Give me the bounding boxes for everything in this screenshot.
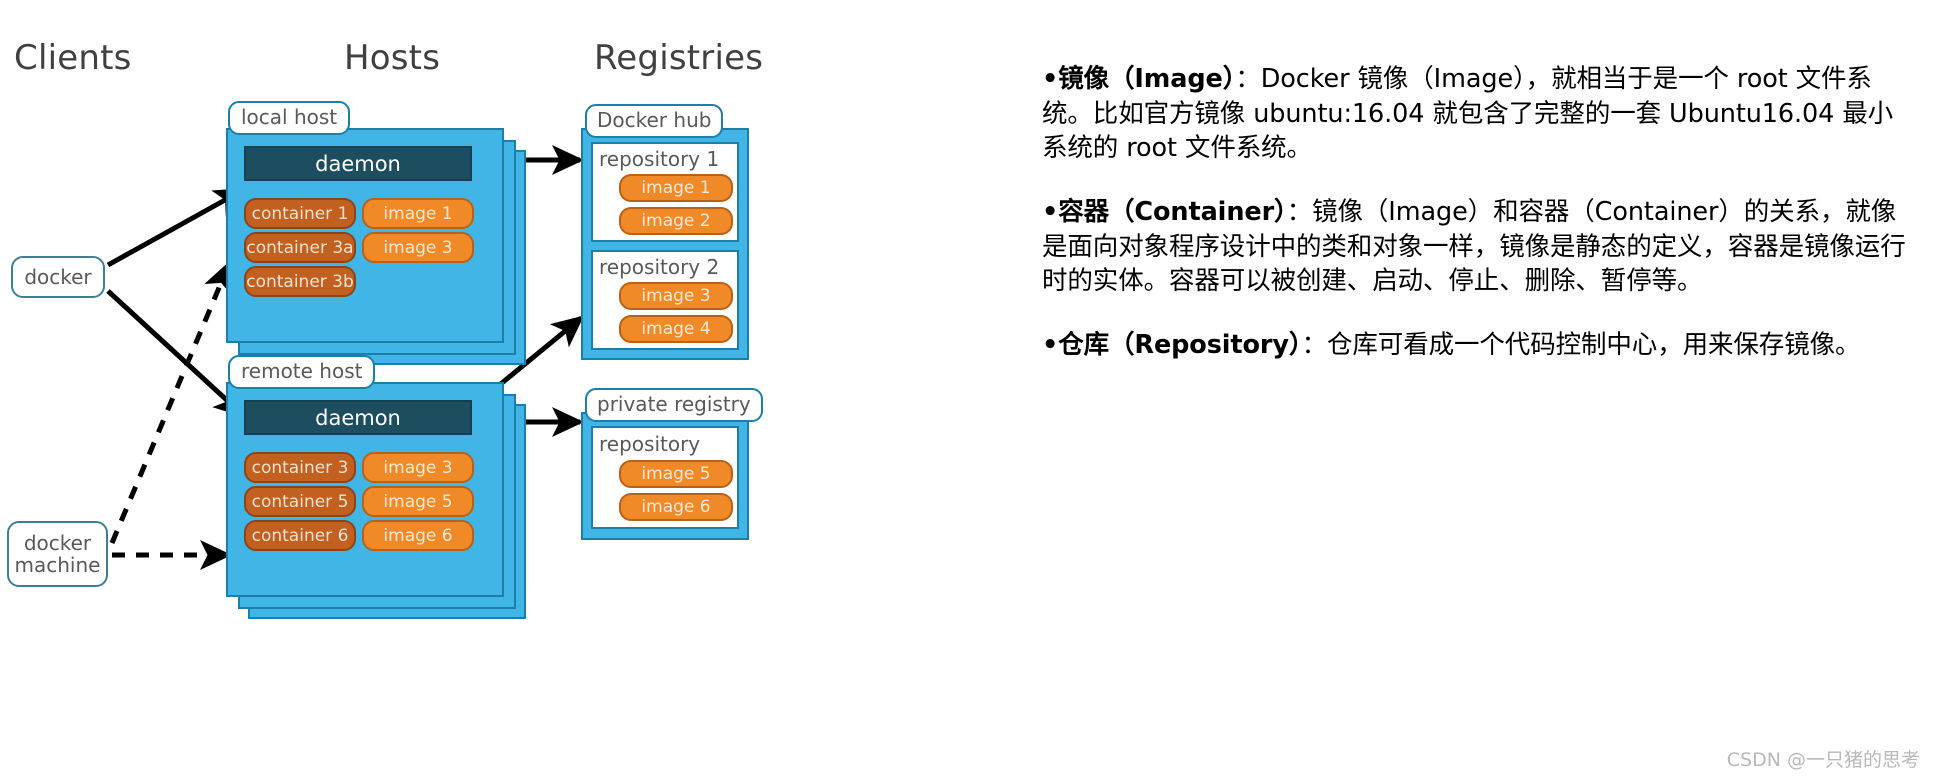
term-container: 容器（Container） bbox=[1058, 197, 1287, 228]
client-docker-machine[interactable]: docker machine bbox=[7, 521, 108, 587]
private-registry-repository-label: repository bbox=[599, 432, 701, 456]
arrow-docker-machine-to-local-host bbox=[109, 260, 233, 544]
bullet-image: • bbox=[1042, 64, 1059, 94]
private-registry-image-6[interactable]: image 6 bbox=[619, 493, 733, 521]
remote-container-6[interactable]: container 6 bbox=[244, 520, 356, 551]
local-container-3a[interactable]: container 3a bbox=[244, 232, 356, 263]
client-docker-machine-line2: machine bbox=[14, 553, 101, 577]
private-registry-repository[interactable]: repository image 5 image 6 bbox=[591, 426, 739, 529]
docker-hub-repo2-image-4[interactable]: image 4 bbox=[619, 315, 733, 343]
arrow-docker-to-remote-daemon bbox=[106, 289, 246, 418]
local-host-daemon[interactable]: daemon bbox=[244, 146, 472, 181]
docker-hub-repository-2[interactable]: repository 2 image 3 image 4 bbox=[591, 250, 739, 350]
column-title-registries: Registries bbox=[594, 38, 764, 78]
docker-hub-repository-1-label: repository 1 bbox=[599, 147, 720, 171]
registry-private-registry-tag: private registry bbox=[585, 388, 763, 422]
docker-hub-repository-1[interactable]: repository 1 image 1 image 2 bbox=[591, 142, 739, 242]
client-docker-machine-line1: docker bbox=[23, 530, 92, 555]
concepts-text-panel: •镜像（Image）：Docker 镜像（Image），就相当于是一个 root… bbox=[1042, 62, 1912, 392]
host-local-host-tag: local host bbox=[228, 101, 351, 135]
docker-architecture-diagram: Clients Hosts Registries docker docker m… bbox=[0, 0, 1020, 784]
local-container-1[interactable]: container 1 bbox=[244, 198, 356, 229]
docker-hub-repo1-image-2[interactable]: image 2 bbox=[619, 207, 733, 235]
paragraph-repository-definition: •仓库（Repository）：仓库可看成一个代码控制中心，用来保存镜像。 bbox=[1042, 328, 1912, 363]
column-title-clients: Clients bbox=[14, 38, 132, 78]
docker-hub-repo1-image-1[interactable]: image 1 bbox=[619, 174, 733, 202]
column-title-hosts: Hosts bbox=[344, 38, 441, 78]
private-registry-image-5[interactable]: image 5 bbox=[619, 460, 733, 488]
registry-docker-hub[interactable]: Docker hub repository 1 image 1 image 2 … bbox=[581, 104, 749, 360]
remote-image-3[interactable]: image 3 bbox=[362, 452, 474, 483]
paragraph-image-definition: •镜像（Image）：Docker 镜像（Image），就相当于是一个 root… bbox=[1042, 62, 1912, 166]
docker-hub-repository-2-label: repository 2 bbox=[599, 255, 720, 279]
remote-image-5[interactable]: image 5 bbox=[362, 486, 474, 517]
paragraph-container-definition: •容器（Container）：镜像（Image）和容器（Container）的关… bbox=[1042, 195, 1912, 299]
body-repository: ：仓库可看成一个代码控制中心，用来保存镜像。 bbox=[1301, 330, 1861, 361]
remote-image-6[interactable]: image 6 bbox=[362, 520, 474, 551]
term-image: 镜像（Image） bbox=[1058, 64, 1236, 94]
csdn-watermark: CSDN @一只猪的思考 bbox=[1726, 749, 1920, 771]
term-repository: 仓库（Repository） bbox=[1058, 330, 1302, 361]
remote-container-3[interactable]: container 3 bbox=[244, 452, 356, 483]
registry-docker-hub-tag: Docker hub bbox=[585, 104, 724, 138]
arrow-docker-to-local-daemon bbox=[106, 187, 247, 268]
remote-host-daemon[interactable]: daemon bbox=[244, 400, 472, 435]
bullet-container: • bbox=[1042, 197, 1059, 228]
local-image-1[interactable]: image 1 bbox=[362, 198, 474, 229]
docker-hub-repo2-image-3[interactable]: image 3 bbox=[619, 282, 733, 310]
bullet-repository: • bbox=[1042, 330, 1059, 361]
remote-container-5[interactable]: container 5 bbox=[244, 486, 356, 517]
local-image-3[interactable]: image 3 bbox=[362, 232, 474, 263]
host-remote-host-tag: remote host bbox=[228, 355, 376, 389]
registry-private-registry[interactable]: private registry repository image 5 imag… bbox=[581, 388, 763, 540]
local-container-3b[interactable]: container 3b bbox=[244, 266, 356, 297]
client-docker[interactable]: docker bbox=[11, 256, 105, 298]
connector-arrows-layer bbox=[106, 145, 585, 570]
